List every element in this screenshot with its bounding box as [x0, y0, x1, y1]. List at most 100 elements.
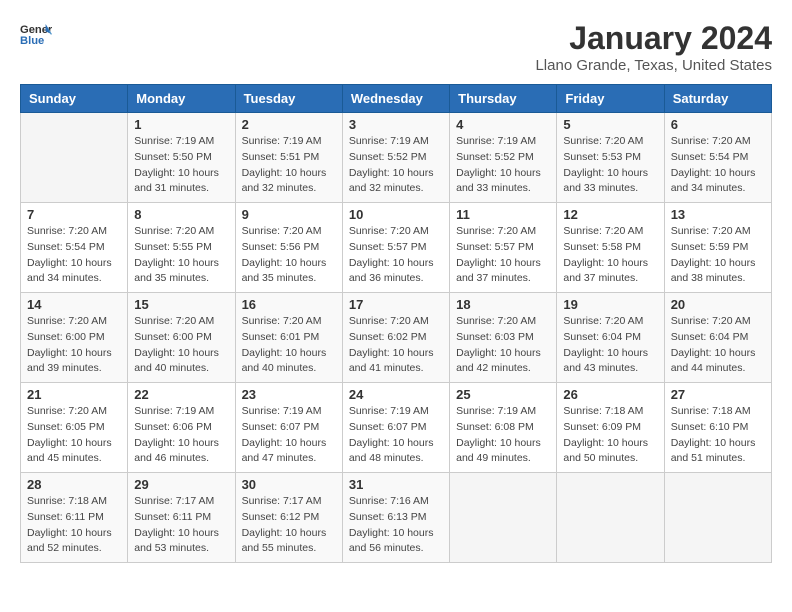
day-cell: 1 Sunrise: 7:19 AMSunset: 5:50 PMDaylight…: [128, 113, 235, 203]
day-cell: 28 Sunrise: 7:18 AMSunset: 6:11 PMDayligh…: [21, 473, 128, 563]
day-info: Sunrise: 7:20 AMSunset: 6:04 PMDaylight:…: [671, 314, 765, 377]
day-info: Sunrise: 7:18 AMSunset: 6:11 PMDaylight:…: [27, 494, 121, 557]
weekday-header-friday: Friday: [557, 85, 664, 113]
week-row-3: 14 Sunrise: 7:20 AMSunset: 6:00 PMDayligh…: [21, 293, 772, 383]
day-cell: 5Sunrise: 7:20 AMSunset: 5:53 PMDaylight…: [557, 113, 664, 203]
day-cell: 19 Sunrise: 7:20 AMSunset: 6:04 PMDayligh…: [557, 293, 664, 383]
week-row-5: 28 Sunrise: 7:18 AMSunset: 6:11 PMDayligh…: [21, 473, 772, 563]
day-cell: 20 Sunrise: 7:20 AMSunset: 6:04 PMDayligh…: [664, 293, 771, 383]
day-cell: 31 Sunrise: 7:16 AMSunset: 6:13 PMDayligh…: [342, 473, 449, 563]
day-cell: 27 Sunrise: 7:18 AMSunset: 6:10 PMDayligh…: [664, 383, 771, 473]
day-cell: 30Sunrise: 7:17 AMSunset: 6:12 PMDayligh…: [235, 473, 342, 563]
day-cell: 24 Sunrise: 7:19 AMSunset: 6:07 PMDayligh…: [342, 383, 449, 473]
day-number: 1: [134, 117, 228, 132]
day-cell: 11 Sunrise: 7:20 AMSunset: 5:57 PMDayligh…: [450, 203, 557, 293]
day-number: 23: [242, 387, 336, 402]
day-cell: 26 Sunrise: 7:18 AMSunset: 6:09 PMDayligh…: [557, 383, 664, 473]
day-cell: [21, 113, 128, 203]
day-number: 31: [349, 477, 443, 492]
month-title: January 2024: [535, 20, 772, 57]
day-number: 7: [27, 207, 121, 222]
day-cell: 6 Sunrise: 7:20 AMSunset: 5:54 PMDaylight…: [664, 113, 771, 203]
title-section: January 2024 Llano Grande, Texas, United…: [535, 20, 772, 74]
day-number: 3: [349, 117, 443, 132]
day-cell: [557, 473, 664, 563]
day-number: 19: [563, 297, 657, 312]
day-info: Sunrise: 7:20 AMSunset: 6:00 PMDaylight:…: [134, 314, 228, 377]
day-number: 21: [27, 387, 121, 402]
day-info: Sunrise: 7:19 AMSunset: 5:52 PMDaylight:…: [456, 134, 550, 197]
day-number: 25: [456, 387, 550, 402]
weekday-header-thursday: Thursday: [450, 85, 557, 113]
day-cell: 13 Sunrise: 7:20 AMSunset: 5:59 PMDayligh…: [664, 203, 771, 293]
day-info: Sunrise: 7:18 AMSunset: 6:09 PMDaylight:…: [563, 404, 657, 467]
day-info: Sunrise: 7:20 AMSunset: 6:04 PMDaylight:…: [563, 314, 657, 377]
weekday-header-monday: Monday: [128, 85, 235, 113]
day-info: Sunrise: 7:20 AMSunset: 6:02 PMDaylight:…: [349, 314, 443, 377]
day-cell: 10Sunrise: 7:20 AMSunset: 5:57 PMDayligh…: [342, 203, 449, 293]
day-number: 15: [134, 297, 228, 312]
day-info: Sunrise: 7:16 AMSunset: 6:13 PMDaylight:…: [349, 494, 443, 557]
weekday-header-saturday: Saturday: [664, 85, 771, 113]
day-number: 28: [27, 477, 121, 492]
day-number: 27: [671, 387, 765, 402]
day-info: Sunrise: 7:18 AMSunset: 6:10 PMDaylight:…: [671, 404, 765, 467]
day-number: 11: [456, 207, 550, 222]
day-info: Sunrise: 7:20 AMSunset: 5:58 PMDaylight:…: [563, 224, 657, 287]
day-number: 22: [134, 387, 228, 402]
day-cell: 8Sunrise: 7:20 AMSunset: 5:55 PMDaylight…: [128, 203, 235, 293]
day-info: Sunrise: 7:19 AMSunset: 5:50 PMDaylight:…: [134, 134, 228, 197]
day-number: 17: [349, 297, 443, 312]
day-number: 14: [27, 297, 121, 312]
day-cell: 2Sunrise: 7:19 AMSunset: 5:51 PMDaylight…: [235, 113, 342, 203]
day-info: Sunrise: 7:19 AMSunset: 5:51 PMDaylight:…: [242, 134, 336, 197]
day-info: Sunrise: 7:20 AMSunset: 6:05 PMDaylight:…: [27, 404, 121, 467]
day-cell: 15 Sunrise: 7:20 AMSunset: 6:00 PMDayligh…: [128, 293, 235, 383]
logo-icon: General Blue: [20, 20, 52, 48]
day-number: 26: [563, 387, 657, 402]
day-cell: 17 Sunrise: 7:20 AMSunset: 6:02 PMDayligh…: [342, 293, 449, 383]
day-number: 30: [242, 477, 336, 492]
day-number: 9: [242, 207, 336, 222]
day-info: Sunrise: 7:20 AMSunset: 5:59 PMDaylight:…: [671, 224, 765, 287]
day-number: 18: [456, 297, 550, 312]
day-cell: 9Sunrise: 7:20 AMSunset: 5:56 PMDaylight…: [235, 203, 342, 293]
day-number: 24: [349, 387, 443, 402]
day-info: Sunrise: 7:19 AMSunset: 5:52 PMDaylight:…: [349, 134, 443, 197]
day-info: Sunrise: 7:20 AMSunset: 6:00 PMDaylight:…: [27, 314, 121, 377]
day-info: Sunrise: 7:20 AMSunset: 5:57 PMDaylight:…: [456, 224, 550, 287]
day-number: 13: [671, 207, 765, 222]
day-number: 20: [671, 297, 765, 312]
day-number: 6: [671, 117, 765, 132]
day-cell: 14 Sunrise: 7:20 AMSunset: 6:00 PMDayligh…: [21, 293, 128, 383]
day-number: 16: [242, 297, 336, 312]
day-info: Sunrise: 7:19 AMSunset: 6:08 PMDaylight:…: [456, 404, 550, 467]
week-row-4: 21 Sunrise: 7:20 AMSunset: 6:05 PMDayligh…: [21, 383, 772, 473]
day-cell: 22 Sunrise: 7:19 AMSunset: 6:06 PMDayligh…: [128, 383, 235, 473]
day-info: Sunrise: 7:19 AMSunset: 6:06 PMDaylight:…: [134, 404, 228, 467]
day-number: 5: [563, 117, 657, 132]
day-number: 4: [456, 117, 550, 132]
day-cell: [664, 473, 771, 563]
day-number: 29: [134, 477, 228, 492]
logo: General Blue: [20, 20, 52, 48]
day-info: Sunrise: 7:20 AMSunset: 5:54 PMDaylight:…: [27, 224, 121, 287]
day-cell: 25 Sunrise: 7:19 AMSunset: 6:08 PMDayligh…: [450, 383, 557, 473]
day-info: Sunrise: 7:20 AMSunset: 5:54 PMDaylight:…: [671, 134, 765, 197]
day-info: Sunrise: 7:20 AMSunset: 6:01 PMDaylight:…: [242, 314, 336, 377]
week-row-1: 1 Sunrise: 7:19 AMSunset: 5:50 PMDaylight…: [21, 113, 772, 203]
week-row-2: 7 Sunrise: 7:20 AMSunset: 5:54 PMDaylight…: [21, 203, 772, 293]
day-cell: 16 Sunrise: 7:20 AMSunset: 6:01 PMDayligh…: [235, 293, 342, 383]
day-cell: [450, 473, 557, 563]
day-info: Sunrise: 7:19 AMSunset: 6:07 PMDaylight:…: [349, 404, 443, 467]
svg-text:Blue: Blue: [20, 35, 44, 47]
day-number: 10: [349, 207, 443, 222]
weekday-header-row: SundayMondayTuesdayWednesdayThursdayFrid…: [21, 85, 772, 113]
day-cell: 21 Sunrise: 7:20 AMSunset: 6:05 PMDayligh…: [21, 383, 128, 473]
page-header: General Blue January 2024 Llano Grande, …: [20, 20, 772, 74]
day-info: Sunrise: 7:20 AMSunset: 5:55 PMDaylight:…: [134, 224, 228, 287]
day-cell: 23Sunrise: 7:19 AMSunset: 6:07 PMDayligh…: [235, 383, 342, 473]
day-cell: 18Sunrise: 7:20 AMSunset: 6:03 PMDayligh…: [450, 293, 557, 383]
weekday-header-wednesday: Wednesday: [342, 85, 449, 113]
weekday-header-sunday: Sunday: [21, 85, 128, 113]
